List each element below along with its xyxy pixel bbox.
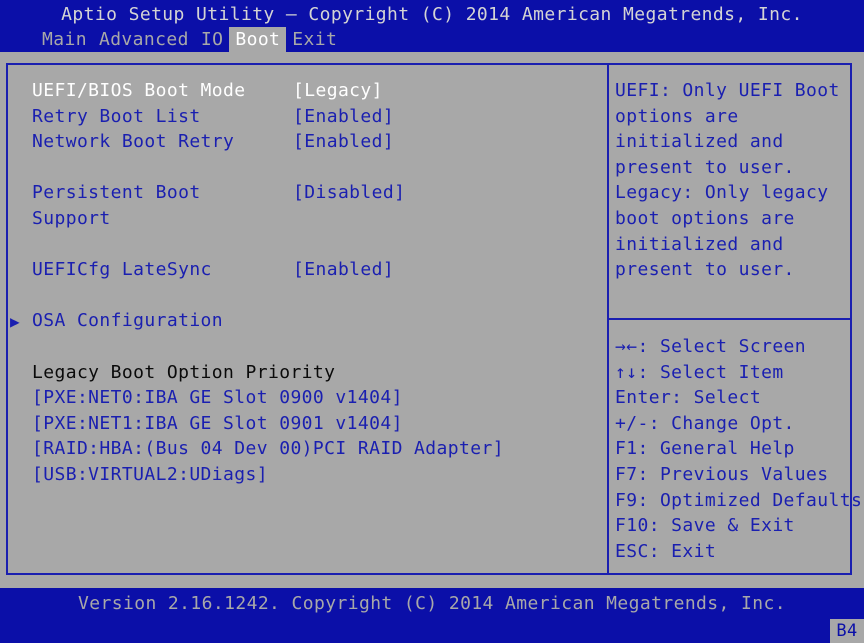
setting-value-boot-mode[interactable]: [Legacy] (293, 78, 383, 104)
key-help-f1: F1: General Help (615, 438, 795, 460)
submenu-osa-configuration[interactable]: OSA Configuration (32, 308, 223, 334)
tab-advanced[interactable]: Advanced (93, 27, 195, 52)
key-help-enter: Enter: Select (615, 387, 762, 409)
setting-label-persistent-boot-line2[interactable]: Support (32, 206, 111, 232)
app-title: Aptio Setup Utility – Copyright (C) 2014… (61, 4, 803, 25)
boot-option-1[interactable]: [PXE:NET0:IBA GE Slot 0900 v1404] (32, 385, 403, 411)
main-panel: UEFI/BIOS Boot Mode [Legacy] Retry Boot … (0, 52, 864, 588)
help-text-line: boot options are (615, 208, 795, 229)
setting-label-network-boot-retry[interactable]: Network Boot Retry (32, 129, 234, 155)
right-triangle-icon: ▶ (10, 312, 21, 331)
setting-value-retry-boot-list[interactable]: [Enabled] (293, 104, 394, 130)
setting-label-retry-boot-list[interactable]: Retry Boot List (32, 104, 201, 130)
help-text-line: UEFI: Only UEFI Boot (615, 80, 840, 101)
key-help-esc: ESC: Exit (615, 540, 717, 562)
tab-boot[interactable]: Boot (229, 27, 287, 52)
key-help-f9: F9: Optimized Defaults (615, 489, 863, 511)
setting-value-persistent-boot[interactable]: [Disabled] (293, 180, 405, 206)
horizontal-divider (609, 318, 852, 320)
boot-option-2[interactable]: [PXE:NET1:IBA GE Slot 0901 v1404] (32, 411, 403, 437)
boot-option-4[interactable]: [USB:VIRTUAL2:UDiags] (32, 462, 268, 488)
setting-label-ueficfg-latesync[interactable]: UEFICfg LateSync (32, 257, 212, 283)
tab-io[interactable]: IO (195, 27, 229, 52)
boot-priority-heading: Legacy Boot Option Priority (32, 361, 336, 383)
version-text: Version 2.16.1242. Copyright (C) 2014 Am… (78, 593, 786, 614)
setting-value-ueficfg-latesync[interactable]: [Enabled] (293, 257, 394, 283)
tab-main[interactable]: Main (36, 27, 93, 52)
menu-tabs: Main Advanced IO Boot Exit (36, 27, 343, 52)
setting-label-persistent-boot[interactable]: Persistent Boot (32, 180, 201, 206)
key-help-select-item: ↑↓: Select Item (615, 361, 784, 383)
help-text-line: options are (615, 105, 739, 127)
footer-bar: Version 2.16.1242. Copyright (C) 2014 Am… (0, 588, 864, 643)
help-text-line: initialized and (615, 131, 784, 153)
key-help-select-screen: →←: Select Screen (615, 336, 807, 357)
help-text-line: present to user. (615, 259, 795, 281)
header-bar: Aptio Setup Utility – Copyright (C) 2014… (0, 0, 864, 52)
key-help-change-opt: +/-: Change Opt. (615, 412, 795, 434)
tab-exit[interactable]: Exit (286, 27, 343, 52)
help-text-line: present to user. (615, 156, 795, 178)
help-text-line: Legacy: Only legacy (615, 182, 829, 204)
key-help-f7: F7: Previous Values (615, 464, 829, 485)
setting-label-boot-mode[interactable]: UEFI/BIOS Boot Mode (32, 78, 246, 104)
setting-value-network-boot-retry[interactable]: [Enabled] (293, 129, 394, 155)
help-text-line: initialized and (615, 233, 784, 255)
key-help-f10: F10: Save & Exit (615, 515, 795, 537)
post-code-badge: B4 (830, 619, 864, 643)
boot-option-3[interactable]: [RAID:HBA:(Bus 04 Dev 00)PCI RAID Adapte… (32, 436, 504, 462)
